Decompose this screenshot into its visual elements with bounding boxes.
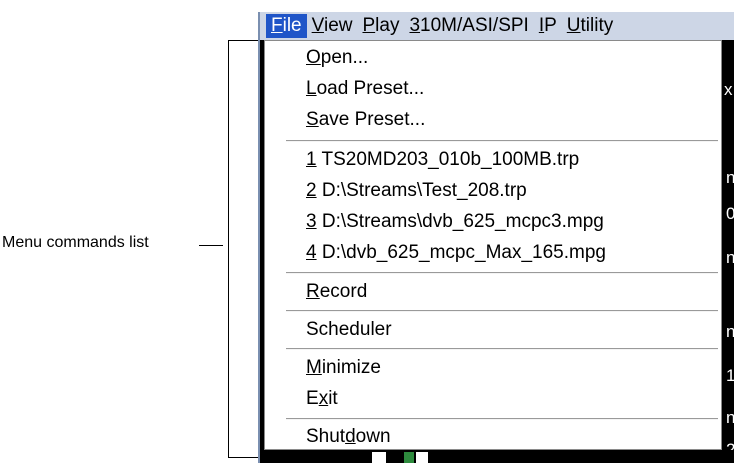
menu-item-scheduler[interactable]: Scheduler	[306, 317, 392, 343]
menu-mnemonic: M	[306, 357, 322, 378]
menu-mnemonic: P	[362, 15, 376, 36]
menu-mnemonic: V	[311, 15, 324, 36]
menu-item-recent-4[interactable]: 4 D:\dvb_625_mcpc_Max_165.mpg	[306, 240, 606, 266]
status-cell	[416, 452, 428, 463]
status-cell	[372, 452, 386, 463]
menu-item-recent-1[interactable]: 1 TS20MD203_010b_100MB.trp	[306, 147, 579, 173]
menu-mnemonic: 1	[306, 149, 317, 170]
menu-item-shutdown[interactable]: Shutdown	[306, 424, 391, 450]
menu-mnemonic: x	[318, 388, 329, 409]
background-text: n	[726, 168, 734, 187]
menu-item-record[interactable]: Record	[306, 279, 367, 305]
menu-label: iew	[323, 15, 353, 36]
background-text: n	[726, 322, 734, 341]
menu-item-label: D:\Streams\dvb_625_mcpc3.mpg	[316, 211, 604, 232]
menu-separator	[286, 348, 718, 350]
file-menu-dropdown: Open... Load Preset... Save Preset... 1 …	[264, 40, 722, 450]
menu-item-exit[interactable]: Exit	[306, 386, 338, 412]
menu-mnemonic: 4	[306, 242, 317, 263]
menu-mnemonic: d	[345, 426, 356, 447]
menu-mnemonic: F	[271, 15, 283, 36]
menu-label: tility	[580, 15, 614, 36]
menu-item-label: Scheduler	[306, 319, 392, 340]
menu-item-label: ave Preset...	[318, 109, 426, 130]
menu-mnemonic: O	[306, 47, 321, 68]
menu-mnemonic: U	[566, 15, 581, 36]
menu-item-label: it	[328, 388, 338, 409]
menu-item-label: Shut	[306, 426, 346, 447]
callout-leader-line	[199, 245, 223, 246]
menu-view[interactable]: View	[307, 14, 358, 38]
menu-separator	[286, 272, 718, 274]
callout-bracket	[228, 40, 260, 458]
status-cell	[404, 452, 414, 463]
menu-item-label: E	[306, 388, 319, 409]
background-text: 1	[726, 366, 734, 385]
menu-mnemonic: 2	[306, 180, 317, 201]
menu-item-recent-2[interactable]: 2 D:\Streams\Test_208.trp	[306, 178, 527, 204]
menu-310m-asi-spi[interactable]: 310M/ASI/SPI	[404, 14, 533, 38]
menu-item-minimize[interactable]: Minimize	[306, 355, 381, 381]
menu-item-label: oad Preset...	[316, 78, 425, 99]
menu-item-label: inimize	[321, 357, 381, 378]
background-text: n	[726, 408, 734, 427]
menu-utility[interactable]: Utility	[562, 14, 618, 38]
menu-ip[interactable]: IP	[534, 14, 562, 38]
callout-label: Menu commands list	[2, 234, 149, 251]
menu-label: P	[544, 15, 557, 36]
menu-item-load-preset[interactable]: Load Preset...	[306, 76, 424, 102]
menu-item-label: D:\Streams\Test_208.trp	[316, 180, 527, 201]
menu-item-recent-3[interactable]: 3 D:\Streams\dvb_625_mcpc3.mpg	[306, 209, 604, 235]
menu-item-label: D:\dvb_625_mcpc_Max_165.mpg	[316, 242, 606, 263]
menu-mnemonic: R	[306, 281, 320, 302]
menu-label: 10M/ASI/SPI	[420, 15, 529, 36]
menu-file[interactable]: File	[266, 14, 307, 38]
status-strip	[264, 450, 734, 463]
background-text: n	[726, 248, 734, 267]
menu-mnemonic: S	[306, 109, 319, 130]
menu-label: ile	[282, 15, 302, 36]
menu-mnemonic: 3	[306, 211, 317, 232]
menu-item-label: ecord	[319, 281, 368, 302]
menu-bar: File View Play 310M/ASI/SPI IP Utility	[260, 12, 734, 40]
menu-mnemonic: 3	[409, 15, 421, 36]
menu-item-label: TS20MD203_010b_100MB.trp	[316, 149, 580, 170]
menu-item-label: own	[355, 426, 391, 447]
menu-label: lay	[375, 15, 400, 36]
menu-separator	[286, 140, 718, 142]
menu-separator	[286, 418, 718, 420]
menu-mnemonic: L	[306, 78, 317, 99]
menu-item-save-preset[interactable]: Save Preset...	[306, 107, 425, 133]
menu-item-label: pen...	[320, 47, 369, 68]
menu-play[interactable]: Play	[357, 14, 404, 38]
menu-separator	[286, 310, 718, 312]
background-text: 0	[726, 204, 734, 223]
background-text: x	[724, 80, 733, 99]
menu-item-open[interactable]: Open...	[306, 45, 368, 71]
